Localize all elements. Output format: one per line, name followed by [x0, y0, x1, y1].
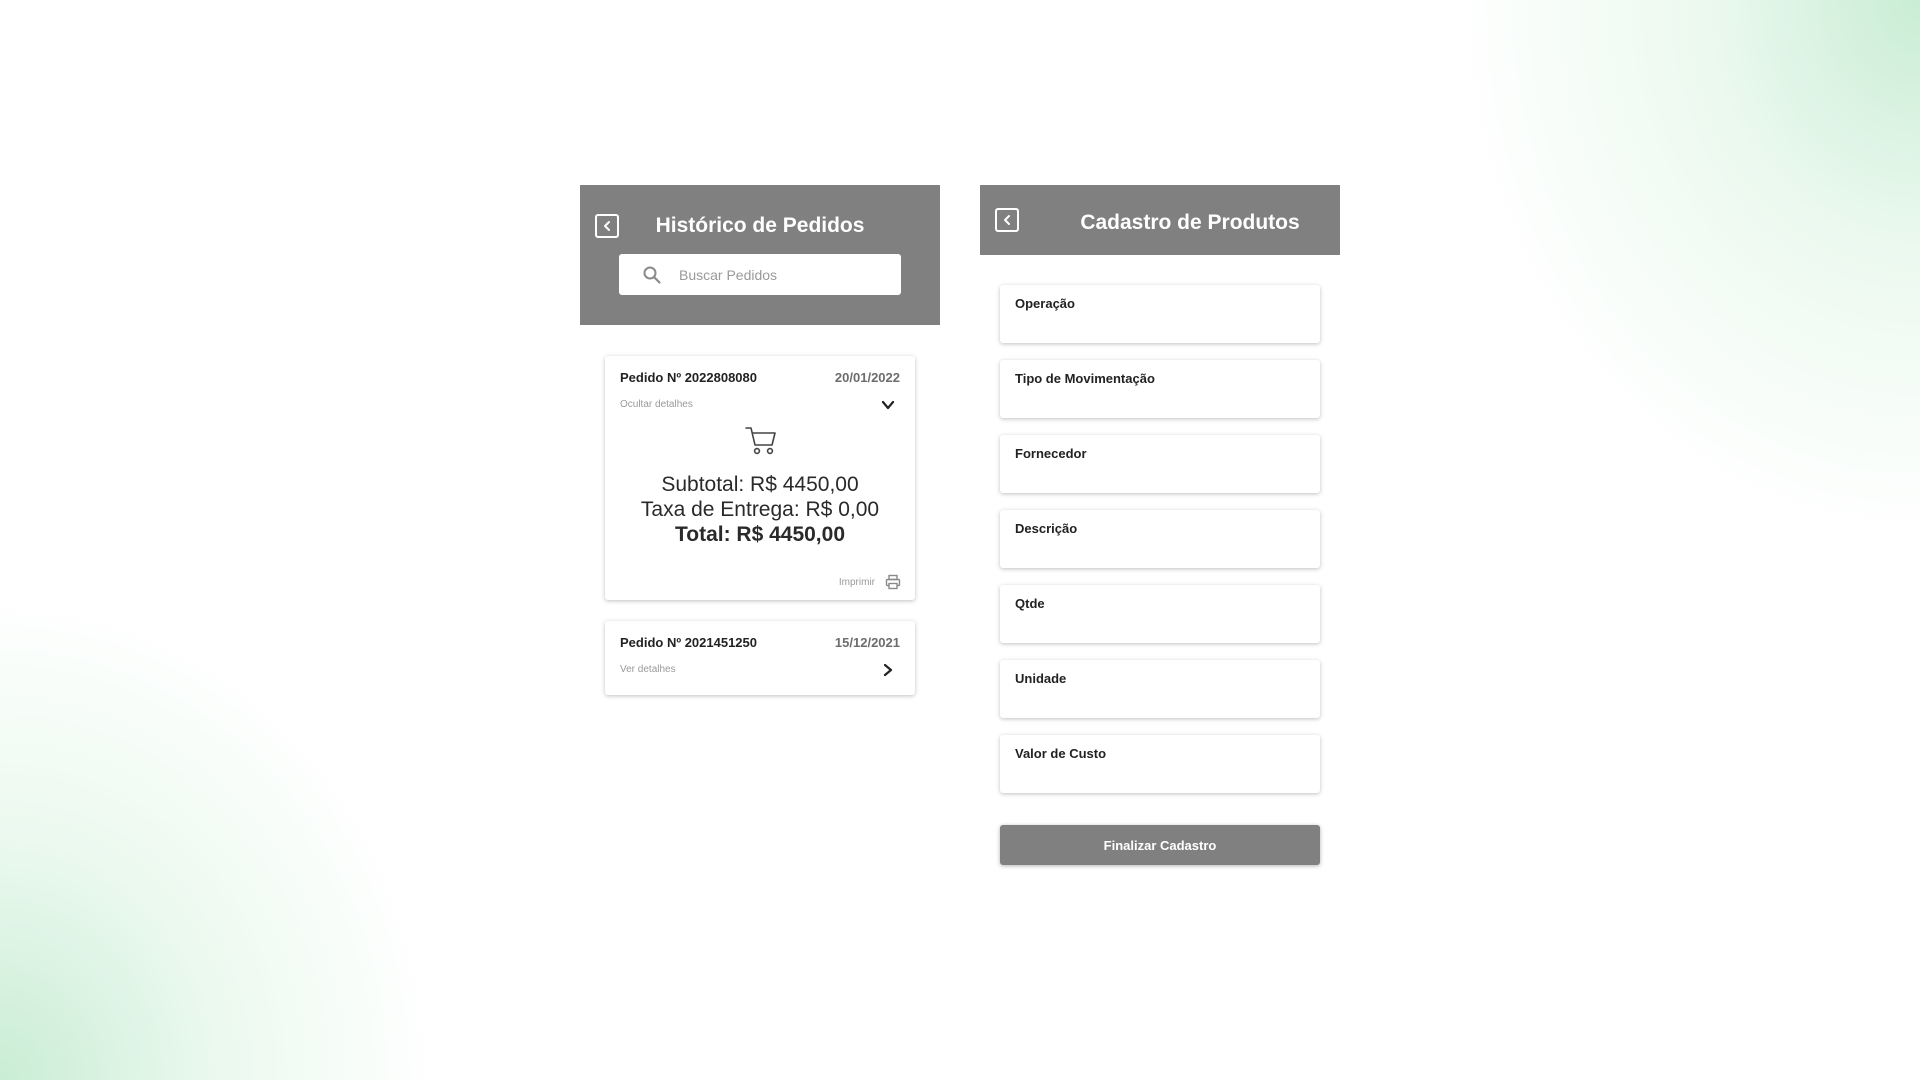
order-subtotal: Subtotal: R$ 4450,00: [661, 473, 859, 496]
order-number: Pedido Nº 2022808080: [620, 370, 757, 385]
order-date: 15/12/2021: [834, 635, 900, 650]
cost-value-input[interactable]: [1015, 767, 1305, 787]
search-icon: [641, 264, 663, 286]
field-label: Operação: [1015, 296, 1075, 311]
product-registration-panel: Cadastro de Produtos Operação Tipo de Mo…: [980, 185, 1340, 865]
search-bar[interactable]: [619, 254, 901, 295]
search-input[interactable]: [677, 265, 881, 284]
order-header: Pedido Nº 2022808080 20/01/2022: [620, 370, 900, 385]
field-label: Qtde: [1015, 596, 1045, 611]
orders-history-panel: Histórico de Pedidos Pedido Nº 202280808…: [580, 185, 940, 695]
field-label: Fornecedor: [1015, 446, 1087, 461]
field-label: Tipo de Movimentação: [1015, 371, 1155, 386]
operation-input[interactable]: [1015, 317, 1305, 337]
chevron-right-icon[interactable]: [881, 663, 895, 677]
chevron-down-icon[interactable]: [881, 398, 895, 412]
back-button[interactable]: [995, 208, 1019, 232]
unit-input[interactable]: [1015, 692, 1305, 712]
unit-field[interactable]: Unidade: [1000, 660, 1320, 718]
order-card[interactable]: Pedido Nº 2021451250 15/12/2021 Ver deta…: [605, 621, 915, 695]
print-button[interactable]: Imprimir: [839, 574, 901, 590]
cost-value-field[interactable]: Valor de Custo: [1000, 735, 1320, 793]
order-total: Total: R$ 4450,00: [674, 523, 846, 546]
description-input[interactable]: [1015, 542, 1305, 562]
print-label: Imprimir: [838, 576, 875, 588]
order-date: 20/01/2022: [834, 370, 900, 385]
printer-icon: [885, 574, 901, 590]
field-label: Unidade: [1015, 671, 1067, 686]
quantity-input[interactable]: [1015, 617, 1305, 637]
view-details-link[interactable]: Ver detalhes: [620, 664, 676, 675]
order-number: Pedido Nº 2021451250: [620, 635, 757, 650]
back-arrow-icon: [1004, 215, 1010, 225]
order-header: Pedido Nº 2021451250 15/12/2021: [620, 635, 900, 650]
order-totals: Subtotal: R$ 4450,00 Taxa de Entrega: R$…: [605, 472, 915, 547]
field-label: Valor de Custo: [1015, 746, 1107, 761]
supplier-input[interactable]: [1015, 467, 1305, 487]
field-label: Descrição: [1015, 521, 1078, 536]
quantity-field[interactable]: Qtde: [1000, 585, 1320, 643]
finish-registration-button[interactable]: Finalizar Cadastro: [1000, 825, 1320, 865]
order-delivery-fee: Taxa de Entrega: R$ 0,00: [640, 498, 880, 521]
supplier-field[interactable]: Fornecedor: [1000, 435, 1320, 493]
hide-details-link[interactable]: Ocultar detalhes: [620, 399, 693, 410]
page-title: Histórico de Pedidos: [655, 214, 865, 237]
page-title: Cadastro de Produtos: [1080, 211, 1300, 234]
cart-icon: [745, 427, 776, 455]
products-header: Cadastro de Produtos: [980, 185, 1340, 255]
orders-header: Histórico de Pedidos: [580, 185, 940, 325]
movement-type-input[interactable]: [1015, 392, 1305, 412]
movement-type-field[interactable]: Tipo de Movimentação: [1000, 360, 1320, 418]
operation-field[interactable]: Operação: [1000, 285, 1320, 343]
description-field[interactable]: Descrição: [1000, 510, 1320, 568]
order-card: Pedido Nº 2022808080 20/01/2022 Ocultar …: [605, 356, 915, 600]
